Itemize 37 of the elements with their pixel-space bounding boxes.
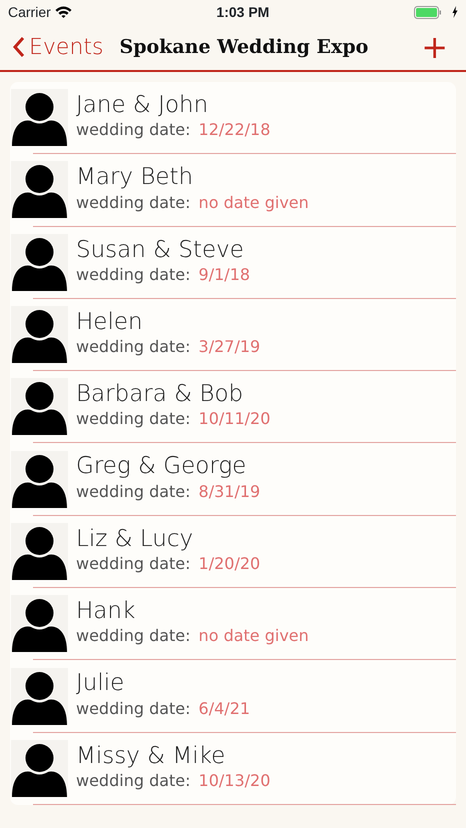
client-name: Barbara & Bob xyxy=(76,382,244,408)
wedding-date: no date given xyxy=(198,625,309,648)
wifi-icon xyxy=(54,6,72,18)
client-name: Hank xyxy=(76,599,136,624)
date-label: wedding date: xyxy=(76,408,191,430)
date-label: wedding date: xyxy=(76,480,191,503)
date-label: wedding date: xyxy=(76,698,191,720)
add-button[interactable]: + xyxy=(415,31,454,63)
date-label: wedding date: xyxy=(76,192,191,214)
client-name: Liz & Lucy xyxy=(76,526,194,552)
wedding-date: 10/11/20 xyxy=(198,408,270,430)
clock-time: 1:03 PM xyxy=(216,2,270,22)
client-name: Jane & John xyxy=(76,93,210,118)
carrier-label: Carrier xyxy=(8,2,51,22)
wedding-date: no date given xyxy=(198,192,309,214)
date-label: wedding date: xyxy=(76,264,191,286)
date-label: wedding date: xyxy=(76,625,191,648)
client-name: Susan & Steve xyxy=(76,238,245,263)
date-label: wedding date: xyxy=(76,119,191,142)
wedding-date: 1/20/20 xyxy=(198,553,260,576)
date-label: wedding date: xyxy=(76,336,191,358)
wedding-date: 6/4/21 xyxy=(198,698,250,720)
wedding-date: 10/13/20 xyxy=(198,770,270,792)
wedding-date: 3/27/19 xyxy=(198,336,260,358)
screen-title: Spokane Wedding Expo xyxy=(120,34,368,60)
wedding-date: 12/22/18 xyxy=(198,119,270,142)
wedding-date: 9/1/18 xyxy=(198,264,250,286)
client-name: Missy & Mike xyxy=(76,744,226,769)
client-name: Greg & George xyxy=(76,454,248,480)
client-name: Julie xyxy=(76,671,126,697)
wedding-date: 8/31/19 xyxy=(198,480,260,503)
date-label: wedding date: xyxy=(76,553,191,576)
client-name: Mary Beth xyxy=(76,165,194,191)
client-name: Helen xyxy=(76,310,144,336)
chevron-left-icon xyxy=(12,36,25,58)
back-button[interactable]: Events xyxy=(12,30,104,64)
date-label: wedding date: xyxy=(76,770,191,792)
